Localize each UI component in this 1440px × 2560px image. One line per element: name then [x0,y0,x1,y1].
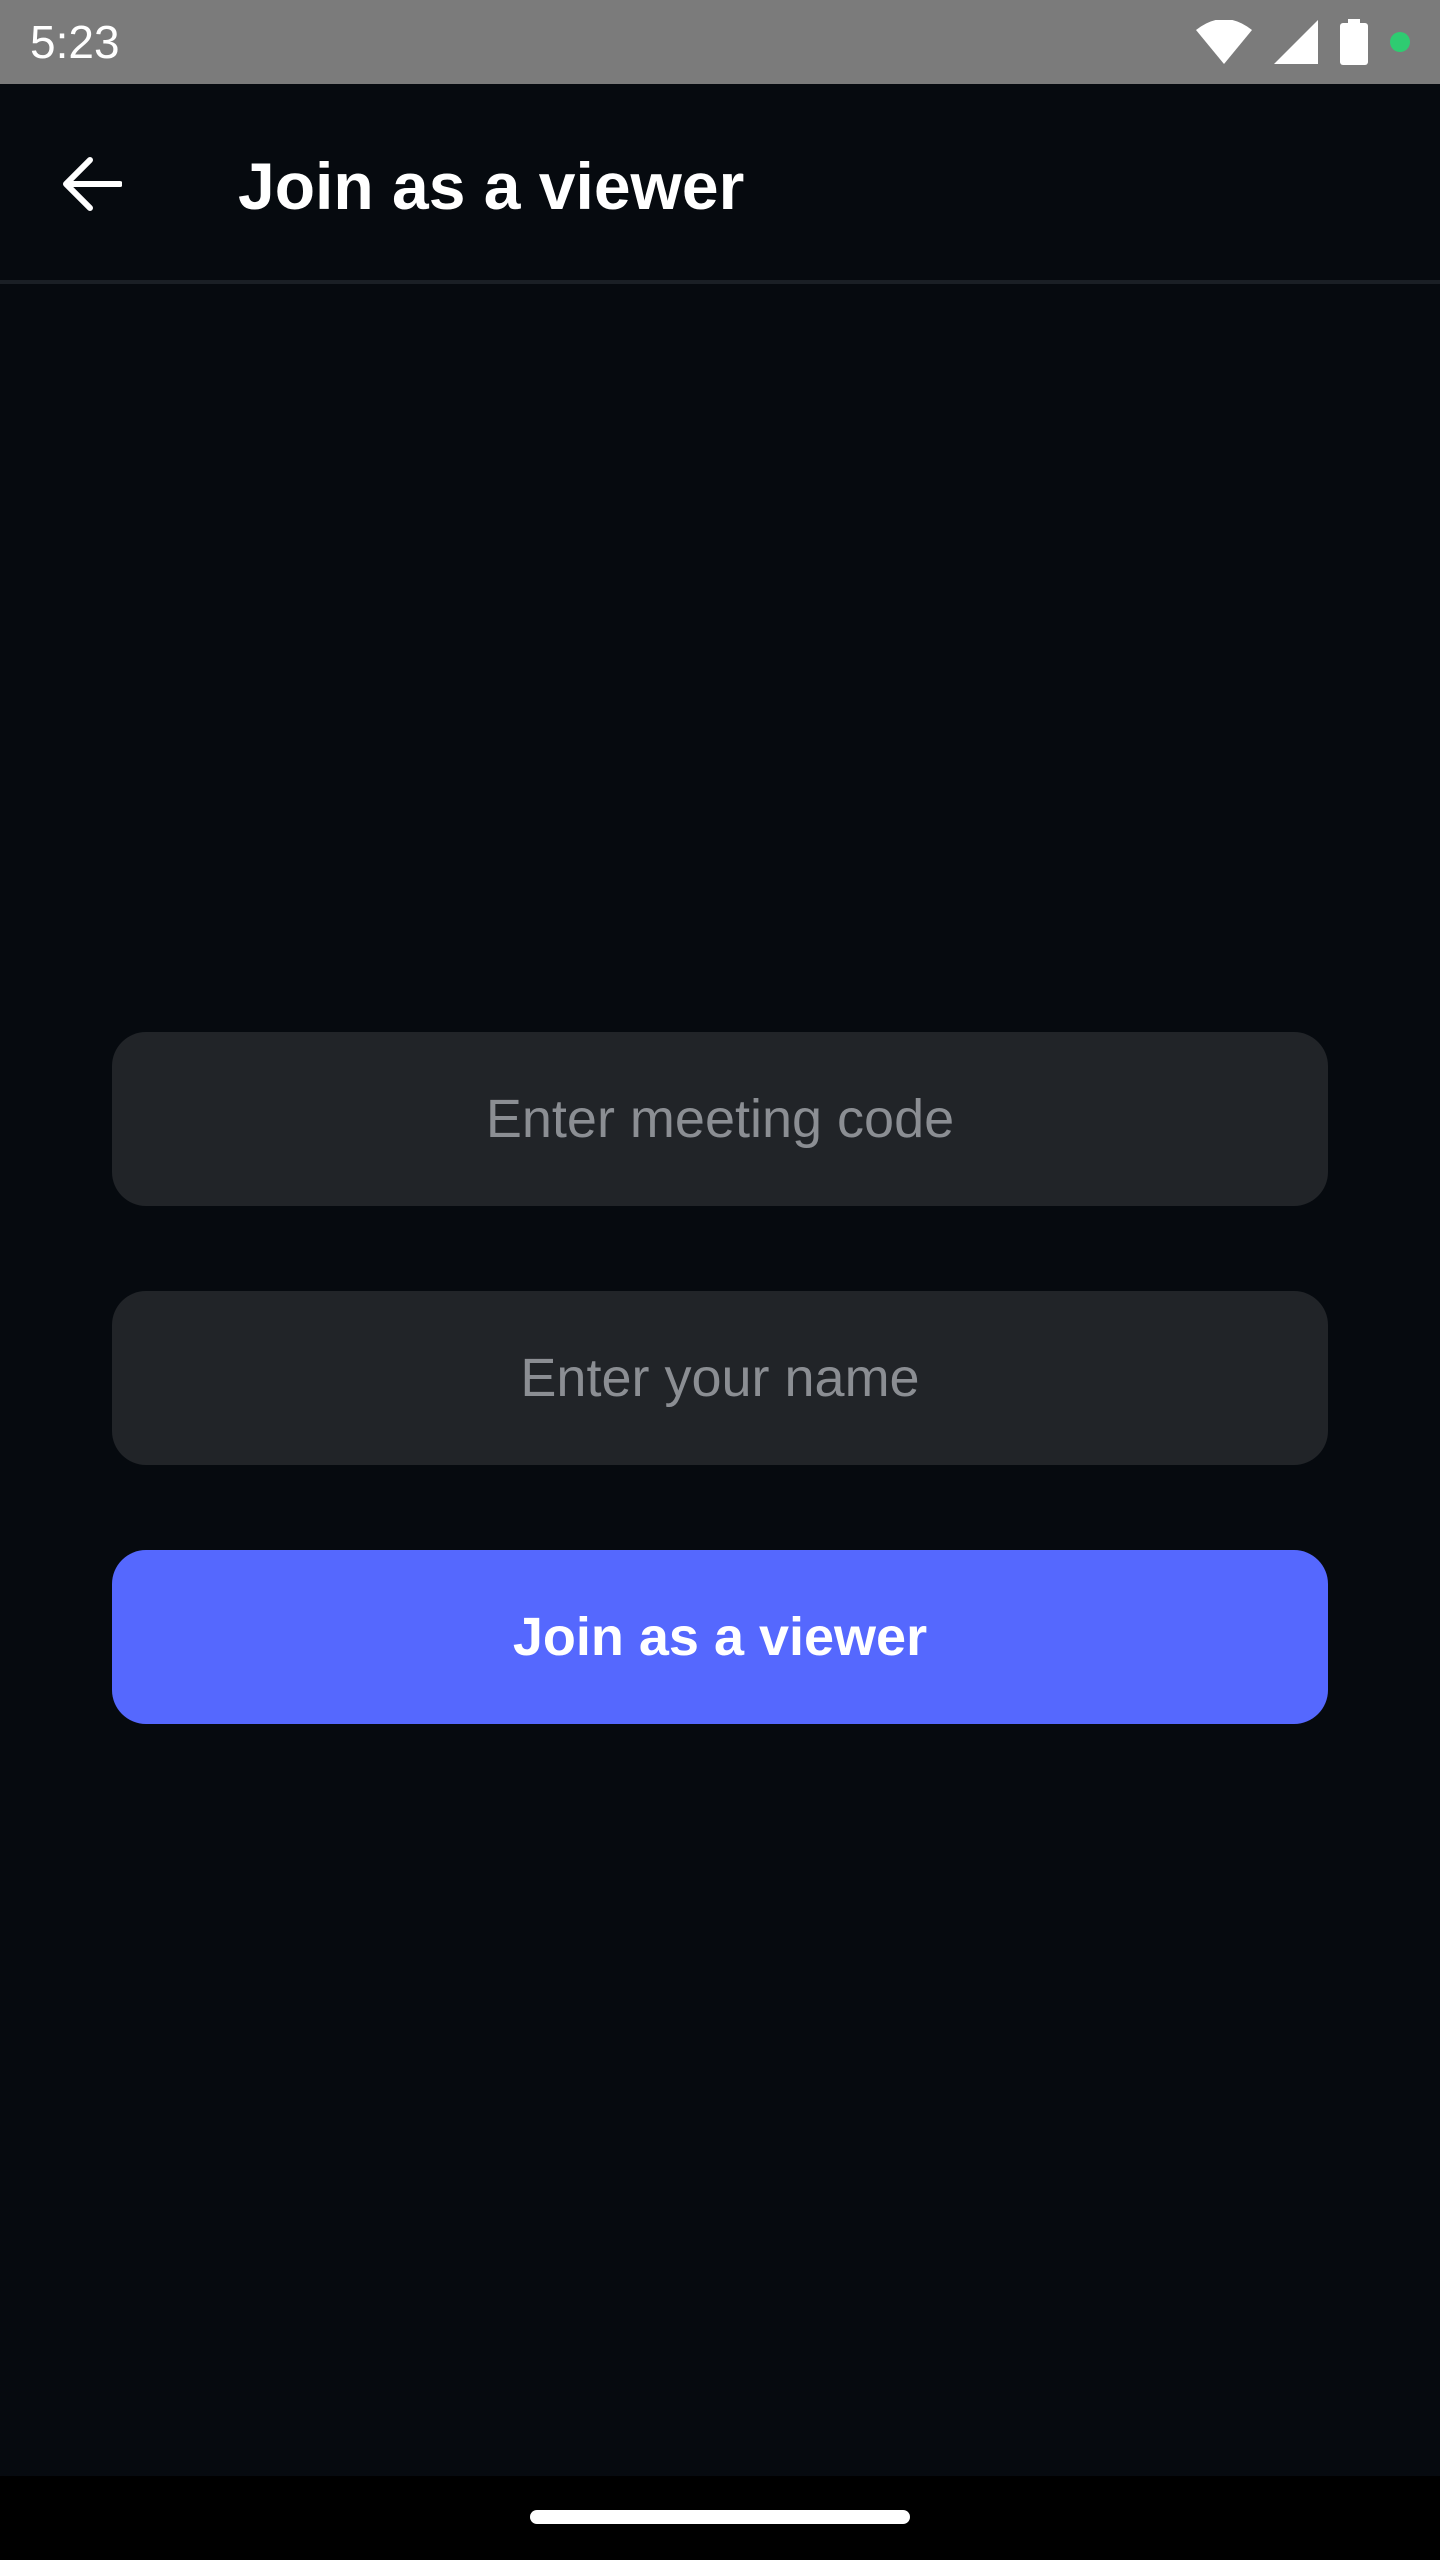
join-as-viewer-screen: 5:23 Join as a viewer Enter meeting code… [0,0,1440,2560]
arrow-back-icon [62,156,123,217]
battery-icon [1340,19,1368,65]
wifi-icon [1196,20,1252,64]
status-time: 5:23 [30,16,120,68]
app-bar-divider [0,280,1440,284]
meeting-code-input[interactable] [112,1032,1328,1206]
cellular-signal-icon [1274,20,1318,64]
status-icons [1196,18,1410,66]
back-button[interactable] [40,134,144,238]
meeting-code-field-container [112,1032,1328,1206]
page-title: Join as a viewer [238,149,745,223]
join-as-viewer-button-label: Join as a viewer [512,1607,928,1667]
notification-dot-icon [1390,32,1410,52]
status-bar: 5:23 [0,0,1440,84]
join-as-viewer-button[interactable]: Join as a viewer [112,1550,1328,1724]
name-input[interactable] [112,1291,1328,1465]
home-indicator[interactable] [530,2510,910,2524]
app-bar: Join as a viewer [0,84,1440,280]
name-field-container [112,1291,1328,1465]
